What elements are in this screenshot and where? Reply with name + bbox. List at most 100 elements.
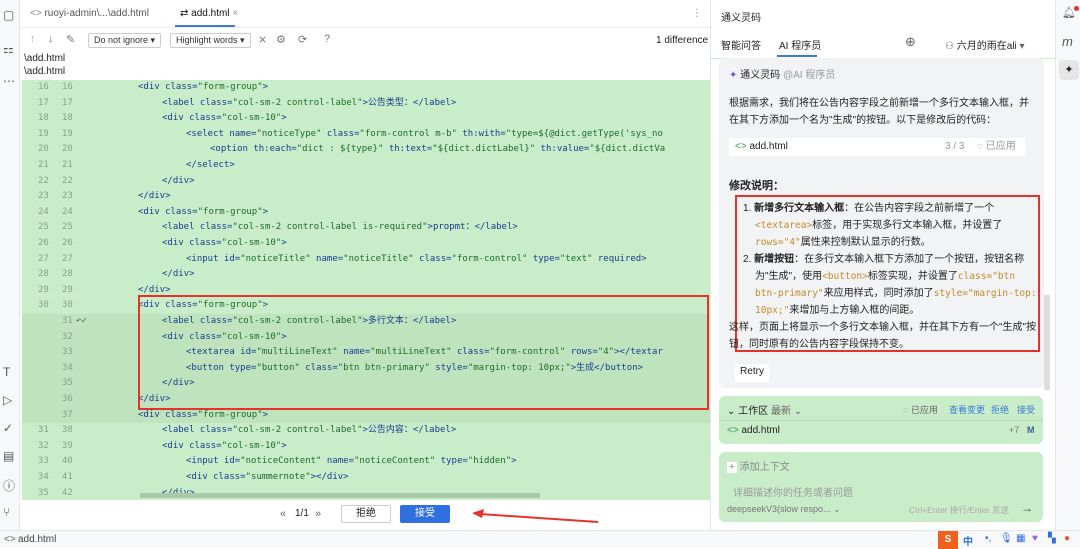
settings-icon[interactable]: ⚙: [276, 33, 286, 46]
more-icon[interactable]: ⋯: [3, 74, 15, 88]
help-icon[interactable]: ?: [324, 33, 330, 45]
code-token: <div class=: [162, 440, 222, 451]
next-change-icon[interactable]: »: [315, 508, 321, 520]
reject-button[interactable]: 拒绝: [341, 505, 391, 523]
file-name: add.html: [741, 425, 780, 436]
left-line-number: 33: [38, 456, 49, 467]
workspace-accept-link[interactable]: 接受: [1017, 403, 1035, 416]
task-input-placeholder[interactable]: 详细描述你的任务或者问题: [733, 484, 853, 499]
code-string: "col-sm-2 control-label is-required": [232, 222, 428, 233]
toolbox-icon[interactable]: ▚: [1048, 533, 1056, 544]
code-string: "noticeContent": [240, 456, 322, 467]
horizontal-scrollbar[interactable]: [140, 493, 540, 498]
workspace-reject-link[interactable]: 拒绝: [991, 403, 1009, 416]
add-chat-icon[interactable]: ⊕: [905, 34, 916, 50]
sync-icon[interactable]: ⟳: [298, 33, 307, 46]
revert-accept-icon[interactable]: ↶✓: [76, 314, 87, 330]
mic-icon[interactable]: 🎙: [1000, 533, 1013, 544]
retry-button[interactable]: Retry: [735, 364, 769, 382]
user-menu[interactable]: ⚇ 六月的雨在ali ▾: [945, 37, 1025, 52]
file-card[interactable]: <> add.html 3 / 3 ◌ 已应用: [729, 138, 1025, 156]
collapse-icon[interactable]: ⨯: [258, 33, 267, 46]
code-icon: <>: [727, 425, 742, 436]
intro-text: 根据需求，我们将在公告内容字段之前新增一个多行文本输入框，并在其下方添加一个名为…: [729, 98, 1029, 126]
chevron-down-icon[interactable]: ⌄: [727, 406, 738, 417]
punct-icon[interactable]: •,: [985, 533, 991, 544]
tab-smart-qa[interactable]: 智能问答: [721, 37, 761, 52]
code-line: 16 16 <div class="form-group">: [22, 80, 710, 96]
filter-dropdown[interactable]: 最新 ⌄: [771, 406, 802, 417]
tab-ruoyi-add[interactable]: <> ruoyi-admin\...\add.html: [30, 8, 149, 19]
structure-icon[interactable]: ⚏: [3, 42, 14, 56]
tab-ai-programmer[interactable]: AI 程序员: [779, 37, 821, 52]
git-icon[interactable]: ⑂: [3, 505, 10, 519]
editor-tabs: <> ruoyi-admin\...\add.html ⇄ add.html ×…: [20, 0, 710, 28]
prev-diff-icon[interactable]: ↑: [30, 33, 36, 45]
status-file[interactable]: add.html: [18, 534, 56, 545]
diff-code-view[interactable]: 16 16 <div class="form-group"> 17 17 <label c…: [22, 80, 710, 500]
format-icon[interactable]: T: [3, 365, 10, 379]
item-title: 新增多行文本输入框: [754, 203, 845, 214]
folder-icon[interactable]: ▢: [3, 8, 14, 22]
right-line-number: 29: [62, 284, 73, 295]
code-string: "dict : ${type}": [296, 144, 384, 155]
problems-icon[interactable]: ⓘ: [3, 477, 15, 494]
code-string: "${dict.dictLabel}": [432, 144, 536, 155]
terminal-icon[interactable]: ▤: [3, 449, 14, 463]
close-icon[interactable]: ×: [232, 8, 238, 19]
right-line-number: 40: [62, 456, 73, 467]
item-text: 属性来控制默认显示的行数。: [800, 237, 931, 248]
right-line-number: 30: [62, 300, 73, 311]
left-line-number: 34: [38, 472, 49, 482]
chat-input-box[interactable]: + 添加上下文 详细描述你的任务或者问题 deepseekV3(slow res…: [719, 452, 1043, 522]
mascot-icon[interactable]: ●: [1064, 533, 1070, 544]
workspace-file[interactable]: <> add.html: [727, 425, 780, 436]
item-text: 来应用样式，同时添加了: [823, 288, 934, 299]
model-selector[interactable]: deepseekV3(slow respo... ⌄: [727, 504, 841, 515]
filter-label: 最新: [770, 406, 791, 417]
applied-label: 已应用: [910, 405, 938, 415]
code-token: >公告类型：</label>: [362, 97, 457, 108]
prev-change-icon[interactable]: «: [280, 508, 286, 520]
code-token: <label class=: [162, 222, 233, 233]
right-line-number: 31: [62, 316, 73, 326]
right-line-number: 25: [62, 222, 73, 233]
panel-scrollbar[interactable]: [1044, 295, 1050, 390]
right-line-number: 42: [62, 487, 73, 498]
code-token: </div>: [162, 175, 195, 186]
divider: [719, 420, 1043, 421]
left-line-number: 26: [38, 238, 49, 248]
debug-icon[interactable]: ✓: [3, 421, 13, 435]
item-text: 标签，用于实现多行文本输入框，并设置了: [812, 220, 1003, 231]
add-context-button[interactable]: + 添加上下文: [727, 458, 790, 473]
accept-button[interactable]: 接受: [400, 505, 450, 523]
next-diff-icon[interactable]: ↓: [48, 33, 54, 45]
ime-mode[interactable]: 中: [963, 533, 973, 548]
code-token: >: [262, 82, 269, 92]
keyboard-icon[interactable]: ▦: [1016, 533, 1025, 544]
right-line-number: 16: [62, 82, 73, 92]
ignore-dropdown[interactable]: Do not ignore ▾: [88, 33, 162, 48]
code-token: >: [262, 206, 269, 217]
list-item: 2. 新增按钮：在多行文本输入框下方添加了一个按钮，按钮名称为"生成"，使用<b…: [737, 251, 1037, 319]
skin-icon[interactable]: ♥: [1032, 533, 1038, 544]
run-icon[interactable]: ▷: [3, 393, 12, 407]
right-line-number: 41: [62, 472, 73, 482]
code-line: 18 18 <div class="col-sm-10">: [22, 111, 710, 127]
tab-diff-add[interactable]: ⇄ add.html ×: [180, 8, 238, 19]
highlight-dropdown[interactable]: Highlight words ▾: [170, 33, 251, 48]
code-line: 19 19 <select name="noticeType" class="for…: [22, 127, 710, 143]
tab-label: ruoyi-admin\...\add.html: [44, 8, 149, 19]
code-line: 20 20 <option th:each="dict : ${type}" th:…: [22, 142, 710, 158]
more-vertical-icon[interactable]: ⋮: [692, 8, 702, 19]
edit-icon[interactable]: ✎: [66, 33, 75, 46]
left-path: \add.html: [24, 53, 66, 64]
m-plugin-icon[interactable]: m: [1062, 34, 1073, 49]
left-line-number: 21: [38, 160, 49, 170]
view-changes-link[interactable]: 查看变更: [949, 403, 985, 416]
tongyi-plugin-icon[interactable]: ✦: [1059, 60, 1079, 80]
send-arrow-icon[interactable]: →: [1021, 501, 1033, 515]
right-line-number: 37: [62, 409, 73, 420]
tongyi-logo-icon: ✦: [729, 70, 741, 81]
code-text: <select name="noticeType" class="form-co…: [186, 127, 663, 143]
